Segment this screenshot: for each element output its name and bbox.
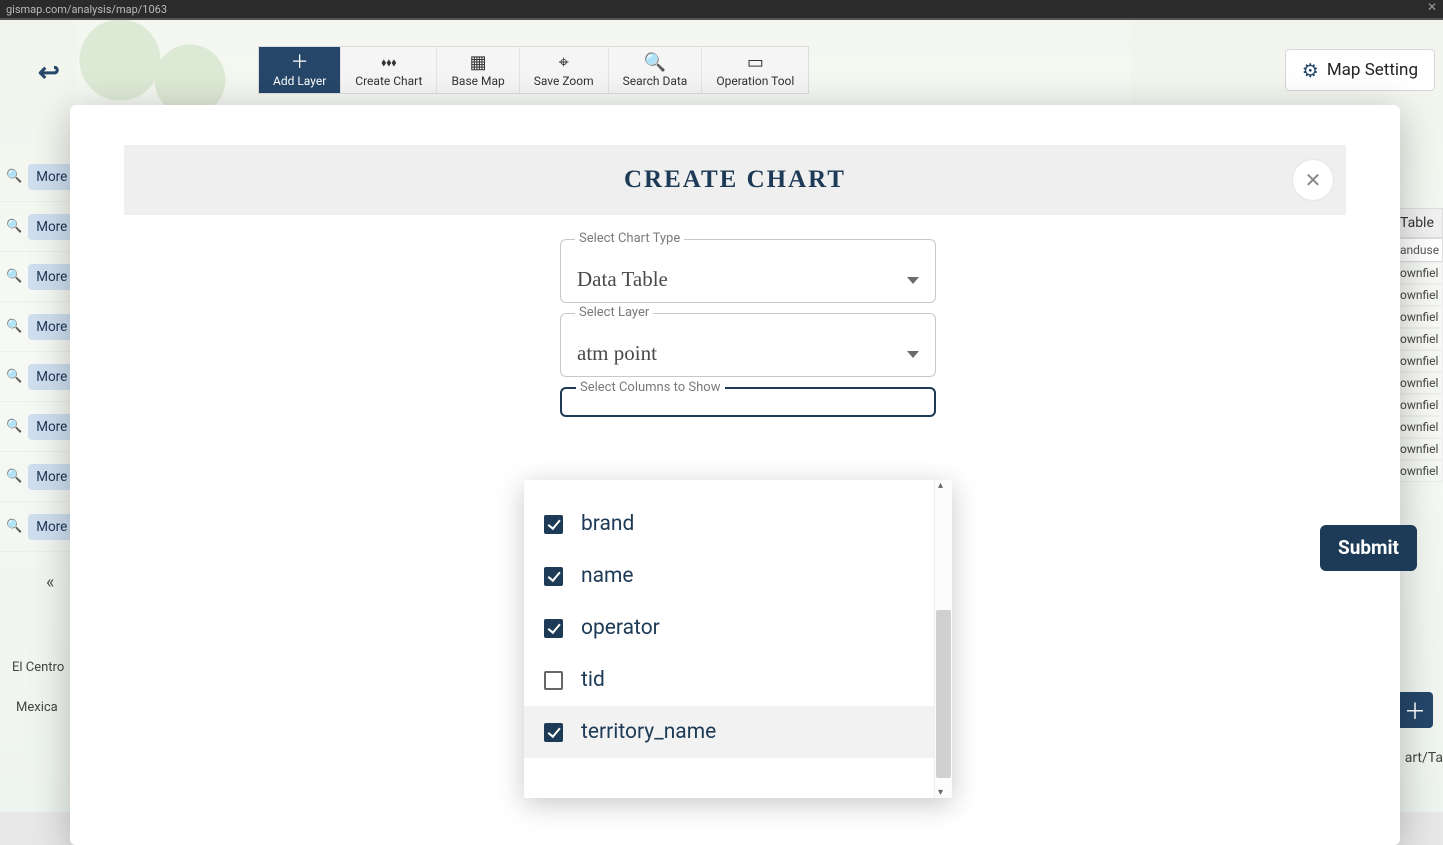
column-option-label: brand <box>581 512 634 536</box>
checkbox-icon[interactable] <box>544 723 563 742</box>
column-option-label: tid <box>581 668 605 692</box>
create-chart-modal: CREATE CHART ✕ Select Chart Type Data Ta… <box>70 105 1400 845</box>
submit-button[interactable]: Submit <box>1320 525 1417 571</box>
column-option-label: name <box>581 564 634 588</box>
column-option-tid[interactable]: tid <box>524 654 934 706</box>
browser-addressbar: gismap.com/analysis/map/1063 ✕ <box>0 0 1443 18</box>
columns-option-list: brand name operator tid territory_name <box>524 480 934 798</box>
chart-type-value: Data Table <box>577 267 919 292</box>
scroll-thumb[interactable] <box>936 610 951 778</box>
scroll-down-icon[interactable]: ▾ <box>938 787 943 798</box>
columns-select[interactable]: Select Columns to Show <box>560 387 936 417</box>
scroll-up-icon[interactable]: ▴ <box>938 480 943 491</box>
close-icon: ✕ <box>1305 168 1322 192</box>
checkbox-icon[interactable] <box>544 567 563 586</box>
checkbox-icon[interactable] <box>544 619 563 638</box>
dropdown-scrollbar[interactable]: ▴ ▾ <box>934 480 952 798</box>
submit-label: Submit <box>1338 536 1399 559</box>
checkbox-icon[interactable] <box>544 515 563 534</box>
chart-type-select[interactable]: Select Chart Type Data Table <box>560 239 936 303</box>
checkbox-icon[interactable] <box>544 671 563 690</box>
column-option-name[interactable]: name <box>524 550 934 602</box>
modal-form: Select Chart Type Data Table Select Laye… <box>560 239 936 417</box>
column-option-territory_name[interactable]: territory_name <box>524 706 934 758</box>
column-option-label: territory_name <box>581 720 716 744</box>
layer-value: atm point <box>577 341 919 366</box>
address-text: gismap.com/analysis/map/1063 <box>6 3 167 16</box>
chevron-down-icon <box>907 351 919 358</box>
column-option-label: operator <box>581 616 660 640</box>
columns-dropdown: brand name operator tid territory_name ▴ ▾ <box>524 480 952 798</box>
app-shell: ↩ ＋Add Layer⬪⬪⬪Create Chart▦Base Map⌖Sav… <box>0 20 1443 812</box>
columns-label: Select Columns to Show <box>576 380 725 395</box>
modal-title: CREATE CHART <box>624 166 846 194</box>
column-option-operator[interactable]: operator <box>524 602 934 654</box>
chart-type-label: Select Chart Type <box>575 231 684 246</box>
layer-select[interactable]: Select Layer atm point <box>560 313 936 377</box>
modal-backdrop: CREATE CHART ✕ Select Chart Type Data Ta… <box>0 40 1443 812</box>
column-option-brand[interactable]: brand <box>524 498 934 550</box>
layer-label: Select Layer <box>575 305 653 320</box>
modal-close-button[interactable]: ✕ <box>1292 159 1334 201</box>
chevron-down-icon <box>907 277 919 284</box>
tab-close-icon[interactable]: ✕ <box>1427 0 1437 14</box>
modal-header: CREATE CHART ✕ <box>124 145 1346 215</box>
